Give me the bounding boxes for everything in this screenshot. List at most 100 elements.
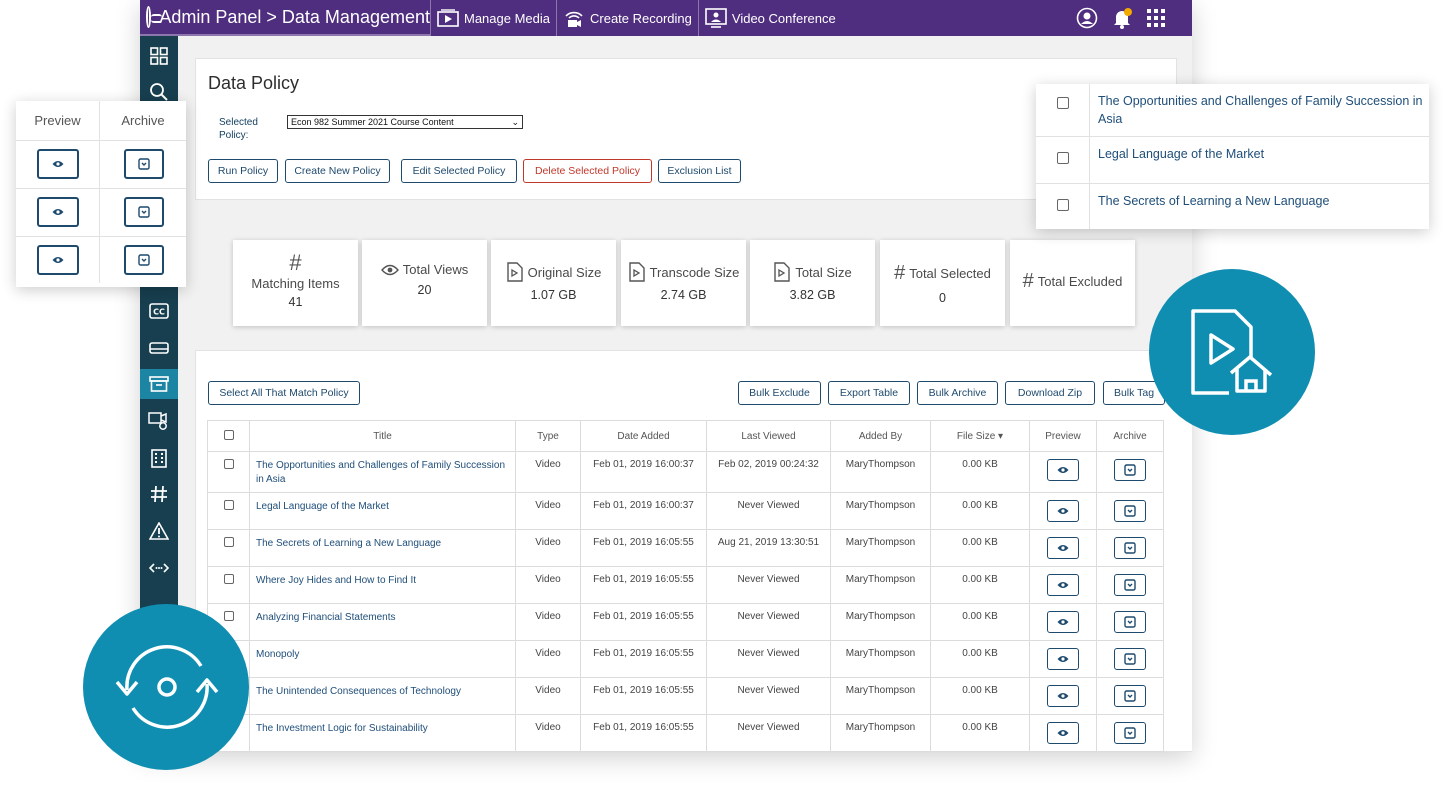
col-file-size[interactable]: File Size ▾ (930, 420, 1030, 452)
building-icon[interactable] (140, 443, 178, 473)
bell-icon[interactable] (1112, 7, 1132, 29)
row-title-link[interactable]: Legal Language of the Market (249, 492, 516, 530)
selected-title-link[interactable]: The Opportunities and Challenges of Fami… (1098, 92, 1423, 128)
archive-button[interactable] (124, 197, 164, 227)
export-table-button[interactable]: Export Table (828, 381, 910, 405)
archive-button[interactable] (124, 149, 164, 179)
select-all-button[interactable]: Select All That Match Policy (208, 381, 360, 405)
panel-row (16, 189, 186, 237)
preview-button[interactable] (1047, 459, 1079, 481)
row-checkbox[interactable] (223, 459, 234, 469)
preview-button[interactable] (1047, 722, 1079, 744)
preview-button[interactable] (1047, 611, 1079, 633)
row-checkbox[interactable] (223, 537, 234, 547)
apps-grid-icon[interactable] (1146, 8, 1166, 28)
row-checkbox[interactable] (223, 574, 234, 584)
archive-button[interactable] (1114, 537, 1146, 559)
eye-icon (1057, 693, 1069, 699)
edit-policy-button[interactable]: Edit Selected Policy (401, 159, 517, 183)
col-last-viewed[interactable]: Last Viewed (706, 420, 831, 452)
stat-value: 3.82 GB (789, 288, 836, 302)
dashboard-icon[interactable] (140, 41, 178, 71)
row-title-link[interactable]: Analyzing Financial Statements (249, 603, 516, 641)
nav-create-recording[interactable]: Create Recording (556, 0, 698, 36)
archive-button[interactable] (1114, 500, 1146, 522)
eye-icon (52, 161, 64, 167)
row-added-by: MaryThompson (830, 566, 931, 604)
row-title-link[interactable]: The Opportunities and Challenges of Fami… (249, 451, 516, 493)
bulk-archive-button[interactable]: Bulk Archive (917, 381, 998, 405)
select-all-checkbox[interactable] (223, 429, 234, 440)
bulk-exclude-button[interactable]: Bulk Exclude (738, 381, 821, 405)
captions-icon[interactable]: CC (140, 296, 178, 326)
select-all-checkbox-cell[interactable] (207, 420, 250, 452)
row-file-size: 0.00 KB (930, 492, 1030, 530)
panel-preview-header: Preview (16, 101, 100, 141)
preview-button[interactable] (1047, 685, 1079, 707)
row-title-link[interactable]: The Unintended Consequences of Technolog… (249, 677, 516, 715)
preview-button[interactable] (1047, 574, 1079, 596)
preview-button[interactable] (37, 245, 79, 275)
archive-button[interactable] (1114, 722, 1146, 744)
row-last-viewed: Aug 21, 2019 13:30:51 (706, 529, 831, 567)
col-type[interactable]: Type (515, 420, 581, 452)
selected-title-checkbox[interactable] (1057, 152, 1069, 164)
storage-icon[interactable] (140, 333, 178, 363)
create-policy-button[interactable]: Create New Policy (285, 159, 390, 183)
warning-icon[interactable] (140, 516, 178, 546)
exclusion-list-button[interactable]: Exclusion List (658, 159, 741, 183)
code-icon[interactable] (140, 553, 178, 583)
row-checkbox[interactable] (223, 500, 234, 510)
archive-box-icon (1124, 616, 1136, 628)
row-checkbox-cell[interactable] (207, 529, 250, 567)
preview-button[interactable] (1047, 537, 1079, 559)
eye-icon (1057, 508, 1069, 514)
row-title-link[interactable]: The Secrets of Learning a New Language (249, 529, 516, 567)
archive-button[interactable] (124, 245, 164, 275)
row-title-link[interactable]: Where Joy Hides and How to Find It (249, 566, 516, 604)
nav-manage-media[interactable]: Manage Media (430, 0, 556, 36)
row-archive-cell (1096, 714, 1164, 752)
row-added-by: MaryThompson (830, 492, 931, 530)
media-settings-icon[interactable] (140, 406, 178, 436)
col-date-added[interactable]: Date Added (580, 420, 707, 452)
row-archive-cell (1096, 677, 1164, 715)
selected-title-row: The Opportunities and Challenges of Fami… (1036, 84, 1429, 137)
col-added-by[interactable]: Added By (830, 420, 931, 452)
stat-value: 0 (939, 291, 946, 305)
download-zip-button[interactable]: Download Zip (1005, 381, 1095, 405)
archive-button[interactable] (1114, 648, 1146, 670)
run-policy-button[interactable]: Run Policy (208, 159, 278, 183)
delete-policy-button[interactable]: Delete Selected Policy (523, 159, 652, 183)
row-archive-cell (1096, 566, 1164, 604)
nav-video-conference-label: Video Conference (731, 10, 836, 26)
selected-title-checkbox[interactable] (1057, 97, 1069, 109)
row-checkbox-cell[interactable] (207, 451, 250, 493)
user-icon[interactable] (1076, 7, 1098, 29)
hashtag-icon[interactable] (140, 479, 178, 509)
file-play-icon (774, 262, 791, 282)
archive-button[interactable] (1114, 611, 1146, 633)
archive-button[interactable] (1114, 574, 1146, 596)
preview-button[interactable] (1047, 500, 1079, 522)
selected-title-link[interactable]: The Secrets of Learning a New Language (1098, 192, 1423, 210)
row-title-link[interactable]: The Investment Logic for Sustainability (249, 714, 516, 752)
nav-video-conference[interactable]: Video Conference (697, 0, 842, 36)
archive-button[interactable] (1114, 685, 1146, 707)
stat-label: Transcode Size (649, 264, 740, 280)
row-checkbox-cell[interactable] (207, 566, 250, 604)
selected-title-link[interactable]: Legal Language of the Market (1098, 145, 1423, 163)
archive-box-icon (1124, 579, 1136, 591)
panel-archive-header: Archive (100, 101, 186, 141)
preview-button[interactable] (37, 197, 79, 227)
row-checkbox-cell[interactable] (207, 492, 250, 530)
row-title-link[interactable]: Monopoly (249, 640, 516, 678)
archive-button[interactable] (1114, 459, 1146, 481)
col-title[interactable]: Title (249, 420, 516, 452)
policy-select[interactable]: Econ 982 Summer 2021 Course Content ⌄ (287, 115, 523, 129)
preview-button[interactable] (1047, 648, 1079, 670)
archive-icon[interactable] (140, 369, 178, 399)
row-file-size: 0.00 KB (930, 677, 1030, 715)
preview-button[interactable] (37, 149, 79, 179)
selected-title-checkbox[interactable] (1057, 199, 1069, 211)
